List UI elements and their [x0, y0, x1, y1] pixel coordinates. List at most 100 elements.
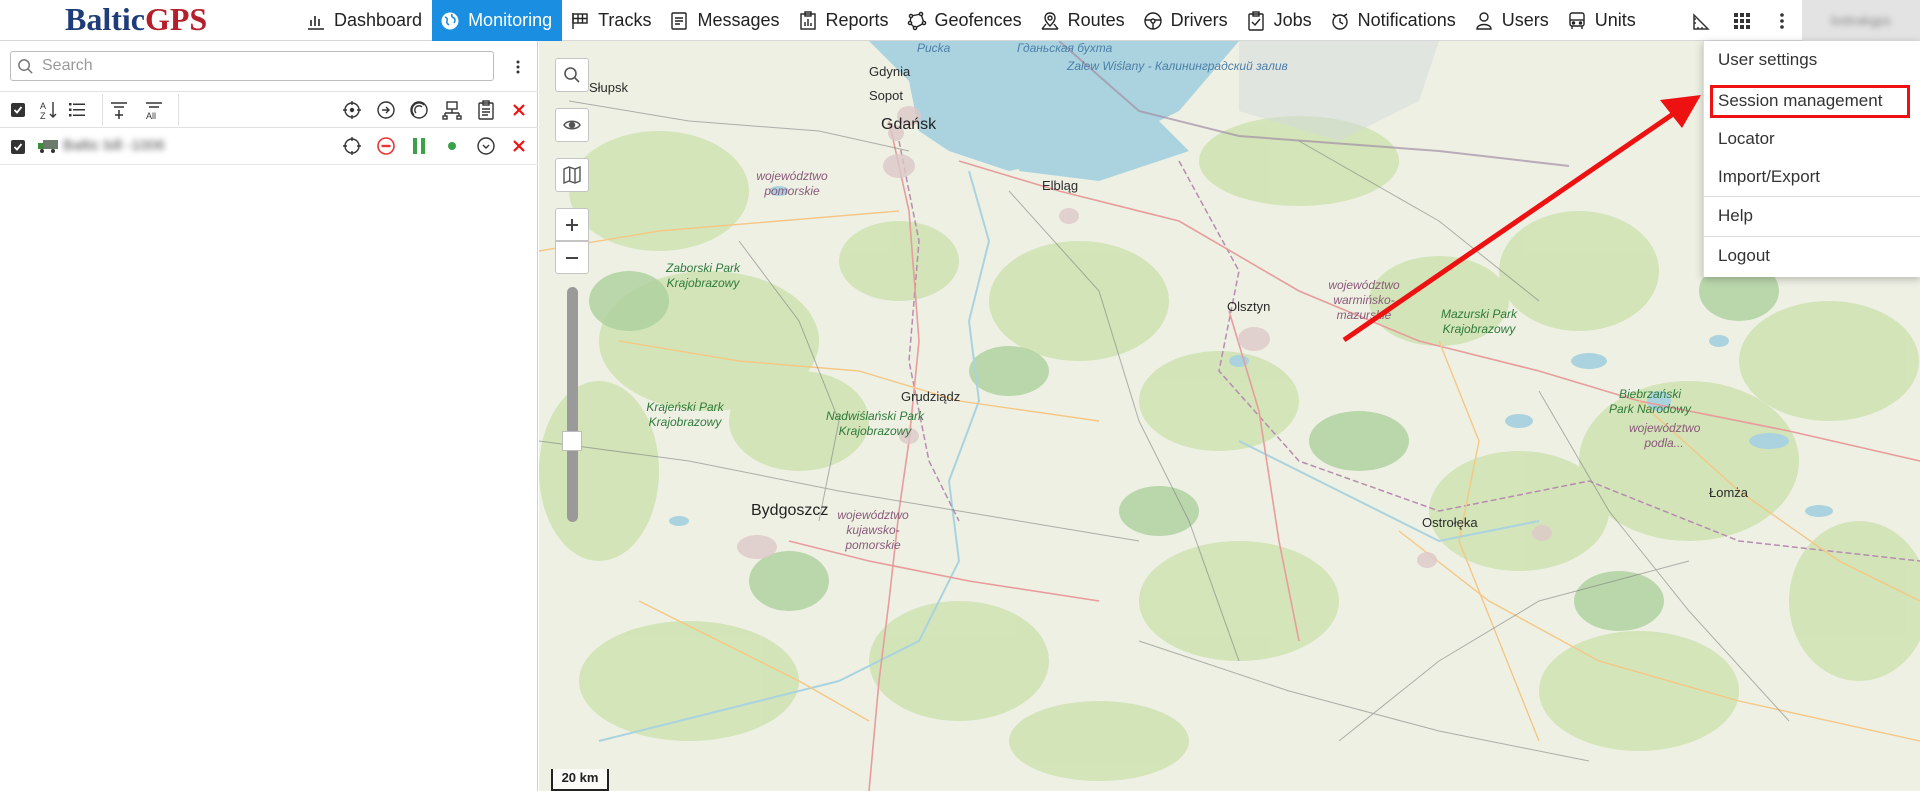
more-menu-button[interactable] — [1762, 0, 1802, 41]
map-search-button[interactable] — [555, 58, 589, 92]
search-field[interactable] — [10, 51, 494, 81]
menu-item-logout[interactable]: Logout — [1704, 239, 1920, 273]
add-to-list-button[interactable] — [106, 97, 132, 123]
nav-tracks[interactable]: Tracks — [562, 0, 661, 41]
menu-item-user-settings[interactable]: User settings — [1704, 43, 1920, 77]
menu-item-help[interactable]: Help — [1704, 199, 1920, 233]
monitoring-panel: AZ All — [0, 41, 538, 791]
menu-item-locator[interactable]: Locator — [1704, 122, 1920, 156]
map-scale-bar: 20 km — [551, 769, 609, 791]
map-label-ostroleka: Ostrołęka — [1422, 515, 1478, 530]
map-label-krajenski-park: Krajeński Park Krajobrazowy — [646, 400, 724, 429]
nav-dashboard[interactable]: Dashboard — [298, 0, 432, 41]
show-all-button[interactable]: All — [141, 97, 167, 123]
info-list-button[interactable] — [473, 97, 499, 123]
remove-unit-button[interactable] — [506, 133, 532, 159]
nav-label: Messages — [697, 10, 780, 30]
unit-list-item[interactable]: Baltic bill -1006 — [0, 128, 538, 165]
nav-geofences[interactable]: Geofences — [899, 0, 1032, 41]
svg-text:A: A — [40, 101, 46, 111]
zoom-out-button[interactable] — [555, 241, 589, 274]
logo-text-gps: GPS — [144, 1, 208, 37]
globe-icon — [440, 11, 468, 31]
list-view-button[interactable] — [64, 97, 90, 123]
pause-state-indicator[interactable] — [406, 133, 432, 159]
commands-button[interactable] — [373, 97, 399, 123]
unit-list-toolbar: AZ All — [0, 91, 538, 128]
list-icon — [69, 103, 85, 117]
nav-messages[interactable]: Messages — [661, 0, 789, 41]
nav-routes[interactable]: Routes — [1032, 0, 1135, 41]
nav-label: Units — [1594, 10, 1636, 30]
remove-all-button[interactable] — [506, 97, 532, 123]
folded-map-icon — [563, 166, 581, 184]
logo-text-baltic: Baltic — [65, 1, 145, 37]
search-input[interactable] — [42, 57, 482, 75]
nav-label: Users — [1501, 10, 1549, 30]
truck-icon — [38, 140, 58, 153]
close-red-icon — [513, 140, 525, 152]
checkmark-icon — [13, 143, 23, 151]
select-all-checkbox[interactable] — [11, 103, 25, 117]
account-button[interactable]: bsttrakgps — [1802, 0, 1920, 41]
map-label-mazurski-park: Mazurski Park Krajobrazowy — [1440, 307, 1517, 336]
map-label-gdynia: Gdynia — [869, 64, 911, 79]
sort-az-button[interactable]: AZ — [36, 97, 62, 123]
show-all-icon: All — [146, 102, 162, 121]
status-dot-icon — [448, 142, 456, 150]
trailers-button[interactable] — [439, 97, 465, 123]
nav-label: Reports — [825, 10, 889, 30]
stop-command-button[interactable] — [373, 133, 399, 159]
map-source-button[interactable] — [555, 158, 589, 192]
nav-monitoring[interactable]: Monitoring — [432, 0, 563, 41]
map-label-podlaskie: województwo podla... — [1629, 421, 1701, 450]
svg-text:Z: Z — [40, 111, 46, 121]
search-icon — [18, 58, 33, 74]
nav-label: Routes — [1067, 10, 1125, 30]
map-label-zaborski-park: Zaborski Park Krajobrazowy — [665, 261, 741, 290]
menu-divider — [1704, 196, 1920, 197]
clipboard-icon — [478, 100, 494, 120]
baltic-gps-logo[interactable]: BalticGPS — [65, 0, 207, 41]
top-navigation-bar: BalticGPS Dashboard Monitoring Tracks Messa… — [0, 0, 1920, 41]
search-options-button[interactable] — [508, 55, 528, 79]
unit-actions-button[interactable] — [473, 133, 499, 159]
unit-checkbox[interactable] — [11, 140, 25, 154]
zoom-slider-track[interactable] — [567, 287, 578, 522]
nav-drivers[interactable]: Drivers — [1135, 0, 1238, 41]
locate-all-button[interactable] — [339, 97, 365, 123]
nav-reports[interactable]: Reports — [790, 0, 899, 41]
nav-label: Notifications — [1357, 10, 1456, 30]
nav-jobs[interactable]: Jobs — [1238, 0, 1322, 41]
no-entry-icon — [377, 137, 395, 155]
map-layers-visibility-button[interactable] — [555, 108, 589, 142]
toolbar-divider — [178, 94, 179, 126]
ruler-tool-button[interactable] — [1682, 0, 1722, 41]
nav-label: Drivers — [1170, 10, 1228, 30]
connection-state-button[interactable] — [406, 97, 432, 123]
nav-units[interactable]: Units — [1559, 0, 1646, 41]
nav-label: Geofences — [934, 10, 1022, 30]
connection-status-dot[interactable] — [439, 133, 465, 159]
clipboard-check-icon — [1246, 10, 1274, 31]
app-window: BalticGPS Dashboard Monitoring Tracks Messa… — [0, 0, 1920, 791]
locate-unit-button[interactable] — [339, 133, 365, 159]
signal-icon — [410, 101, 428, 119]
arrow-circle-icon — [377, 101, 395, 119]
menu-item-session-management[interactable]: Session management — [1704, 84, 1920, 118]
zoom-slider-handle[interactable] — [562, 431, 582, 451]
apps-grid-button[interactable] — [1722, 0, 1762, 41]
nav-users[interactable]: Users — [1466, 0, 1559, 41]
map-label-kujawsko-pomorskie: województwo kujawsko-pomorskie — [837, 508, 909, 552]
nav-notifications[interactable]: Notifications — [1322, 0, 1466, 41]
map-label-sopot: Sopot — [869, 88, 903, 103]
map-label-pomorskie: województwo pomorskie — [756, 169, 828, 198]
report-icon — [798, 10, 826, 31]
plus-icon — [566, 218, 578, 231]
menu-item-import-export[interactable]: Import/Export — [1704, 160, 1920, 194]
sort-az-icon: AZ — [40, 101, 57, 121]
map-label-slupsk: Słupsk — [589, 80, 629, 95]
zoom-in-button[interactable] — [555, 208, 589, 241]
main-nav: Dashboard Monitoring Tracks Messages Reports… — [298, 0, 1646, 41]
map-label-gdansk: Gdańsk — [881, 116, 937, 133]
